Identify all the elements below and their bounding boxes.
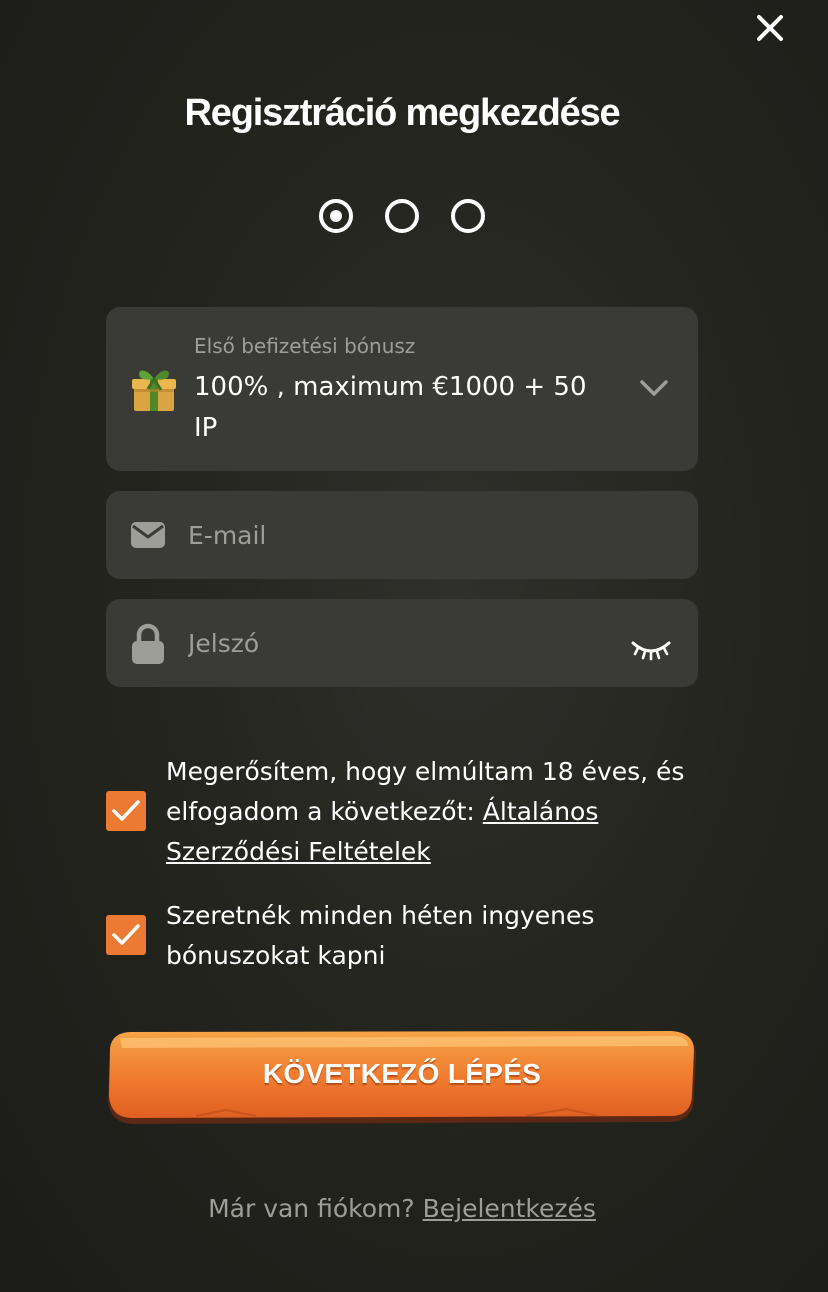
bonus-label: Első befizetési bónusz (194, 334, 416, 358)
login-link[interactable]: Bejelentkezés (423, 1194, 596, 1223)
email-input[interactable] (188, 491, 608, 579)
password-field (106, 599, 698, 687)
lock-icon (132, 623, 164, 664)
step-indicator (319, 199, 489, 233)
step-dot-1[interactable] (319, 199, 353, 233)
close-icon (757, 15, 783, 41)
step-dot-2[interactable] (385, 199, 419, 233)
email-field (106, 491, 698, 579)
terms-consent-label: Megerősítem, hogy elmúltam 18 éves, és e… (166, 757, 685, 826)
eye-closed-icon[interactable] (630, 637, 672, 663)
login-prompt-text: Már van fiókom? (208, 1194, 423, 1223)
close-button[interactable] (752, 10, 788, 46)
weekly-bonus-checkbox[interactable] (106, 915, 146, 955)
terms-checkbox[interactable] (106, 791, 146, 831)
terms-consent-text: Megerősítem, hogy elmúltam 18 éves, és e… (166, 752, 696, 872)
bonus-select[interactable]: Első befizetési bónusz 100% , maximum €1… (106, 307, 698, 471)
envelope-icon (131, 522, 165, 548)
gift-icon (132, 370, 176, 411)
chevron-down-icon (640, 380, 668, 396)
page-title: Regisztráció megkezdése (184, 92, 621, 134)
weekly-bonus-consent-text: Szeretnék minden héten ingyenes bónuszok… (166, 901, 595, 970)
login-prompt: Már van fiókom? Bejelentkezés (0, 1194, 804, 1223)
next-step-label: KÖVETKEZŐ LÉPÉS (262, 1058, 542, 1089)
step-dot-3[interactable] (451, 199, 485, 233)
bonus-value: 100% , maximum €1000 + 50 IP (194, 372, 587, 443)
checkmark-icon (112, 924, 140, 945)
checkmark-icon (112, 800, 140, 821)
next-step-button[interactable]: KÖVETKEZŐ LÉPÉS (106, 1030, 698, 1128)
password-input[interactable] (188, 599, 608, 687)
